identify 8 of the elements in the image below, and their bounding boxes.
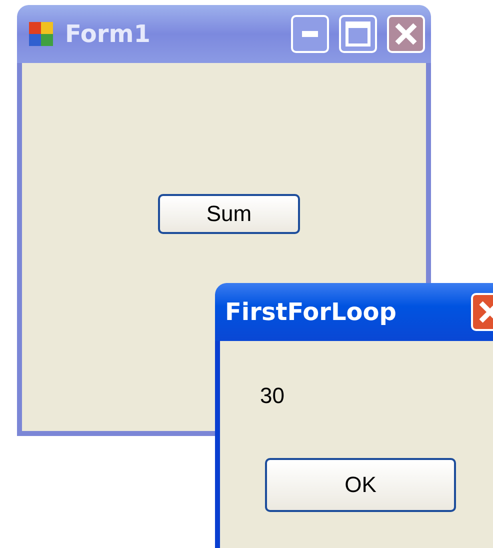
close-icon	[393, 21, 419, 47]
message-text: 30	[260, 383, 284, 409]
window-title: FirstForLoop	[225, 298, 398, 326]
maximize-icon	[345, 21, 371, 47]
window-icon	[27, 20, 55, 48]
ok-button[interactable]: OK	[265, 458, 456, 512]
minimize-icon	[302, 31, 318, 37]
window-title: Form1	[65, 20, 152, 48]
